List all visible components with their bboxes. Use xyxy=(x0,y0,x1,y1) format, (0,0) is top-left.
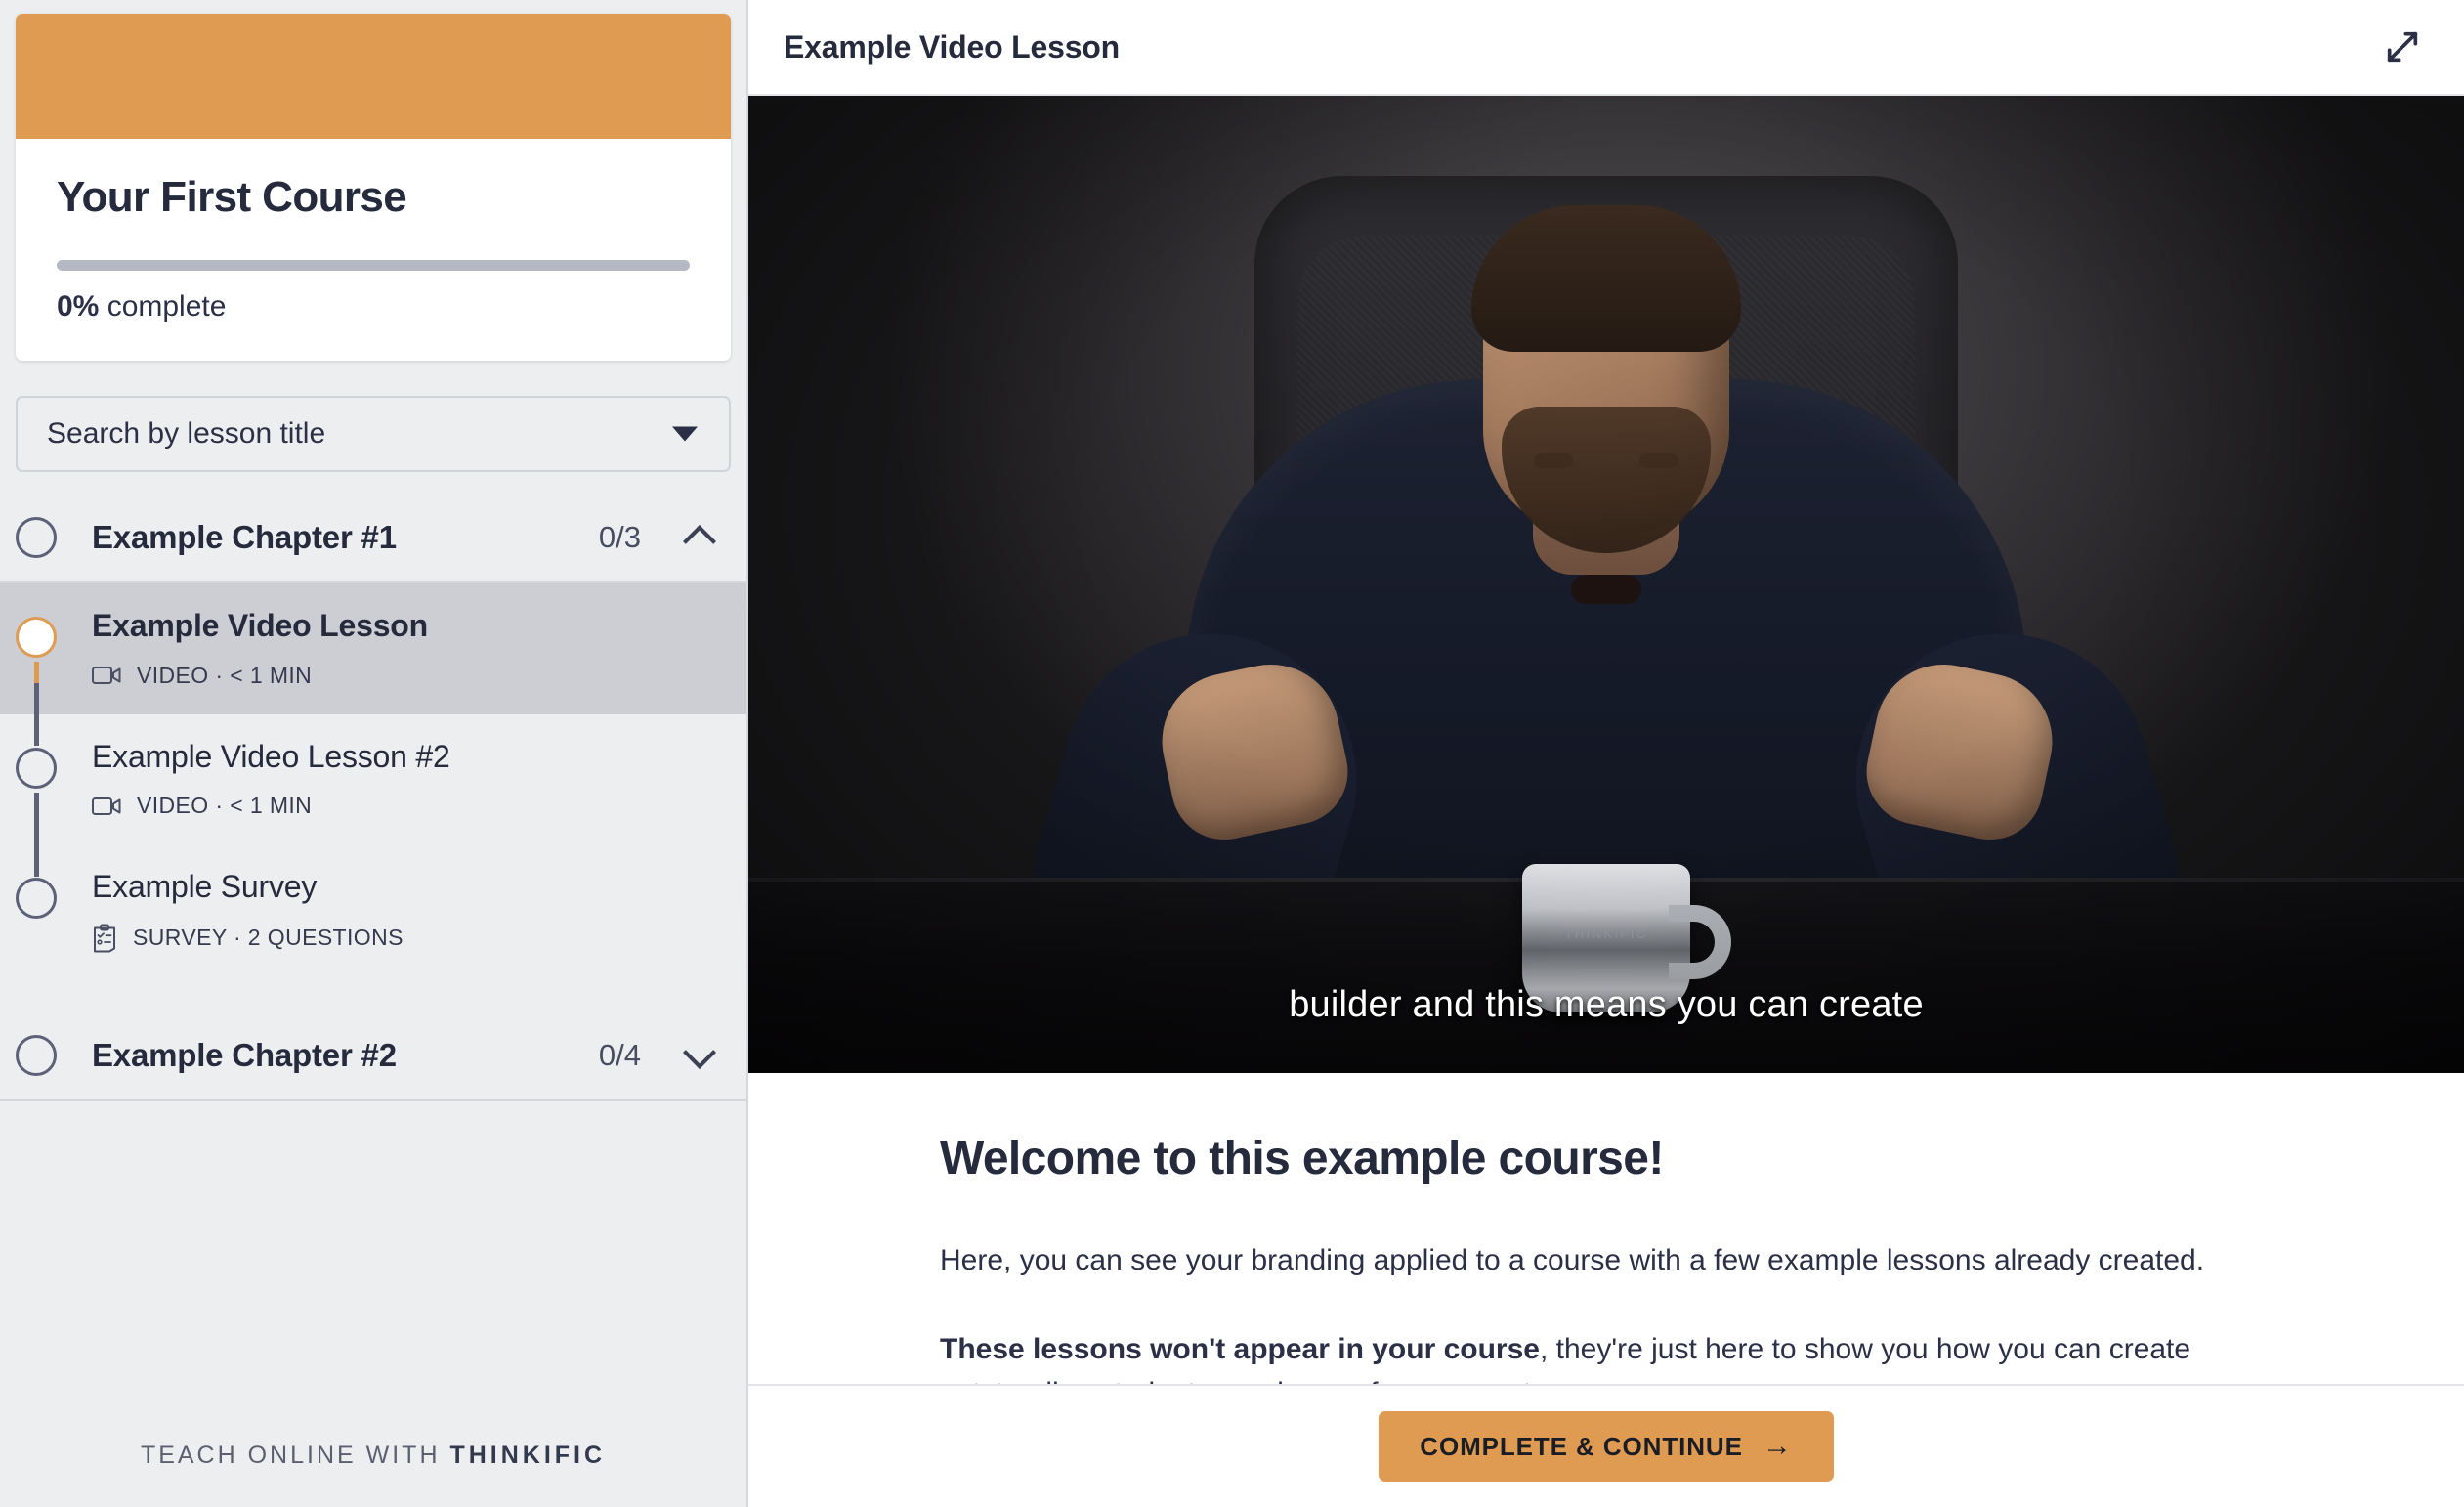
coffee-mug: THINKIFIC xyxy=(1522,864,1690,1012)
chapter-progress-count: 0/4 xyxy=(599,1038,641,1073)
course-title: Your First Course xyxy=(57,174,690,221)
lesson-footer-bar: COMPLETE & CONTINUE → xyxy=(748,1384,2464,1507)
chevron-down-icon[interactable] xyxy=(684,1039,717,1072)
arrow-right-icon: → xyxy=(1763,1430,1793,1463)
content-paragraph-1: Here, you can see your branding applied … xyxy=(940,1238,2298,1282)
sidebar-footer: TEACH ONLINE WITH THINKIFIC xyxy=(0,1442,746,1507)
content-heading: Welcome to this example course! xyxy=(940,1132,2298,1185)
lesson-body-content: Welcome to this example course! Here, yo… xyxy=(748,1073,2464,1507)
list-item[interactable]: Example Video Lesson VIDEO · < 1 MIN xyxy=(0,583,746,713)
lesson-search[interactable]: Search by lesson title xyxy=(16,396,731,472)
video-frame: THINKIFIC xyxy=(748,96,2464,1073)
lesson-header: Example Video Lesson xyxy=(748,0,2464,96)
chapter-1-lessons: Example Video Lesson VIDEO · < 1 MIN xyxy=(0,583,746,977)
progress-percent-suffix: complete xyxy=(99,290,226,323)
survey-clipboard-icon xyxy=(92,924,117,953)
complete-and-continue-button[interactable]: COMPLETE & CONTINUE → xyxy=(1379,1411,1833,1482)
chapter-title: Example Chapter #1 xyxy=(92,519,599,556)
lesson-meta: VIDEO · < 1 MIN xyxy=(92,793,717,819)
cta-label: COMPLETE & CONTINUE xyxy=(1420,1432,1743,1462)
presenter-hair xyxy=(1471,205,1741,352)
expand-fullscreen-icon[interactable] xyxy=(2374,19,2431,75)
video-camera-icon xyxy=(92,665,121,686)
content-paragraph-2-bold: These lessons won't appear in your cours… xyxy=(940,1333,1540,1365)
presenter-mouth xyxy=(1571,575,1641,604)
lesson-meta: SURVEY · 2 QUESTIONS xyxy=(92,924,717,953)
video-player[interactable]: THINKIFIC builder and this means you can… xyxy=(748,96,2464,1073)
video-camera-icon xyxy=(92,796,121,817)
lesson-meta: VIDEO · < 1 MIN xyxy=(92,663,717,689)
chapter-header-2[interactable]: Example Chapter #2 0/4 xyxy=(0,1012,746,1101)
table-of-contents: Example Chapter #1 0/3 Example Video Les… xyxy=(0,494,746,1100)
page-title: Example Video Lesson xyxy=(784,29,2374,65)
lesson-timeline-marker xyxy=(16,617,57,658)
chapter-header-1[interactable]: Example Chapter #1 0/3 xyxy=(0,494,746,583)
course-progress-card: Your First Course 0% complete xyxy=(16,14,731,361)
course-progress-bar xyxy=(57,260,690,271)
lesson-title: Example Survey xyxy=(92,868,717,905)
chapter-title: Example Chapter #2 xyxy=(92,1037,599,1074)
lesson-timeline-marker xyxy=(16,748,57,789)
lesson-meta-text: VIDEO · < 1 MIN xyxy=(137,663,312,689)
course-banner-image xyxy=(16,14,731,139)
lesson-main-panel: Example Video Lesson xyxy=(748,0,2464,1507)
lesson-title: Example Video Lesson #2 xyxy=(92,738,717,775)
course-player: Your First Course 0% complete Search by … xyxy=(0,0,2464,1507)
lesson-timeline-marker xyxy=(16,878,57,919)
thinkific-attribution[interactable]: TEACH ONLINE WITH THINKIFIC xyxy=(0,1442,746,1470)
lesson-status-circle-icon xyxy=(16,878,57,919)
chevron-up-icon[interactable] xyxy=(684,521,717,554)
chapter-status-circle-icon xyxy=(16,1035,57,1076)
attribution-prefix: TEACH ONLINE WITH xyxy=(141,1442,450,1469)
chapter-status-circle-icon xyxy=(16,517,57,558)
course-progress-label: 0% complete xyxy=(57,292,690,322)
thinkific-logo-text: THINKIFIC xyxy=(449,1442,606,1469)
lesson-status-circle-current-icon xyxy=(16,617,57,658)
search-input[interactable]: Search by lesson title xyxy=(16,396,731,472)
list-item[interactable]: Example Survey xyxy=(0,844,746,977)
lesson-title: Example Video Lesson xyxy=(92,607,717,644)
lesson-status-circle-icon xyxy=(16,748,57,789)
course-sidebar: Your First Course 0% complete Search by … xyxy=(0,0,748,1507)
mug-brand-text: THINKIFIC xyxy=(1522,926,1690,941)
lesson-meta-text: VIDEO · < 1 MIN xyxy=(137,793,312,819)
lesson-meta-text: SURVEY · 2 QUESTIONS xyxy=(133,925,404,951)
list-item[interactable]: Example Video Lesson #2 VIDEO · < 1 MIN xyxy=(0,714,746,844)
progress-percent-value: 0% xyxy=(57,290,99,323)
chapter-progress-count: 0/3 xyxy=(599,520,641,555)
